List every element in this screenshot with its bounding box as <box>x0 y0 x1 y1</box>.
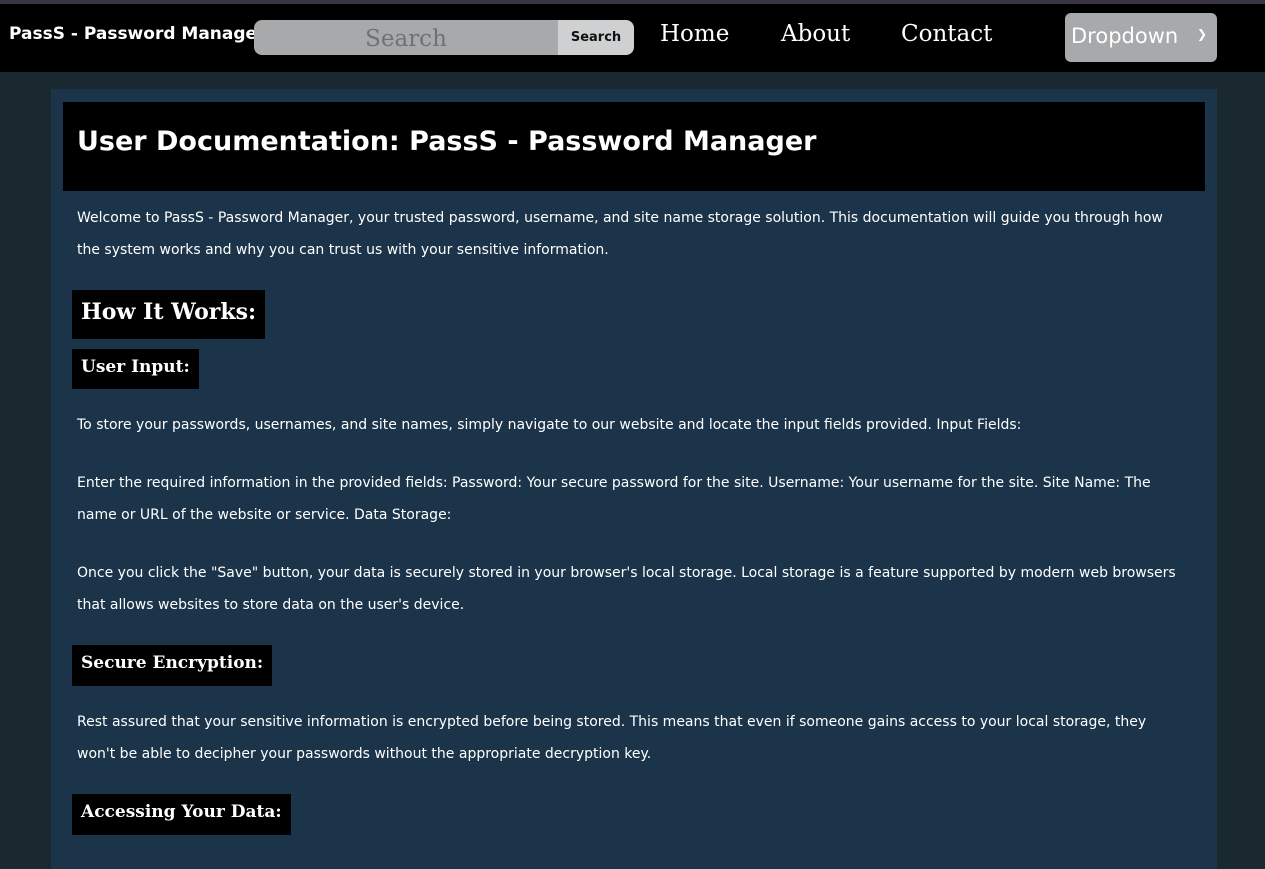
title-header: User Documentation: PassS - Password Man… <box>63 102 1205 191</box>
page-title: User Documentation: PassS - Password Man… <box>77 126 817 157</box>
user-input-paragraph-3: Once you click the "Save" button, your d… <box>77 565 1176 613</box>
user-input-paragraph-1: To store your passwords, usernames, and … <box>77 417 1022 433</box>
search-button[interactable]: Search <box>558 20 634 55</box>
nav-link-home[interactable]: Home <box>660 21 729 47</box>
user-input-heading: User Input: <box>72 349 199 389</box>
nav-link-contact[interactable]: Contact <box>901 21 992 47</box>
user-input-paragraph-2: Enter the required information in the pr… <box>77 475 1151 523</box>
dropdown-select[interactable]: Dropdown ❯ <box>1065 13 1217 62</box>
intro-paragraph: Welcome to PassS - Password Manager, you… <box>77 210 1163 258</box>
secure-encryption-heading: Secure Encryption: <box>72 645 273 686</box>
chevron-down-icon: ❯ <box>1196 27 1207 41</box>
brand-logo-text[interactable]: PassS - Password Manager <box>9 24 265 44</box>
how-it-works-heading: How It Works: <box>72 290 266 339</box>
accessing-data-heading: Accessing Your Data: <box>72 794 291 835</box>
search-input[interactable] <box>254 20 558 55</box>
nav-link-about[interactable]: About <box>781 21 850 47</box>
search-form: Search <box>254 20 634 55</box>
navbar: PassS - Password Manager Search Home Abo… <box>0 4 1265 72</box>
dropdown-label: Dropdown <box>1071 24 1179 48</box>
secure-encryption-paragraph: Rest assured that your sensitive informa… <box>77 714 1147 762</box>
